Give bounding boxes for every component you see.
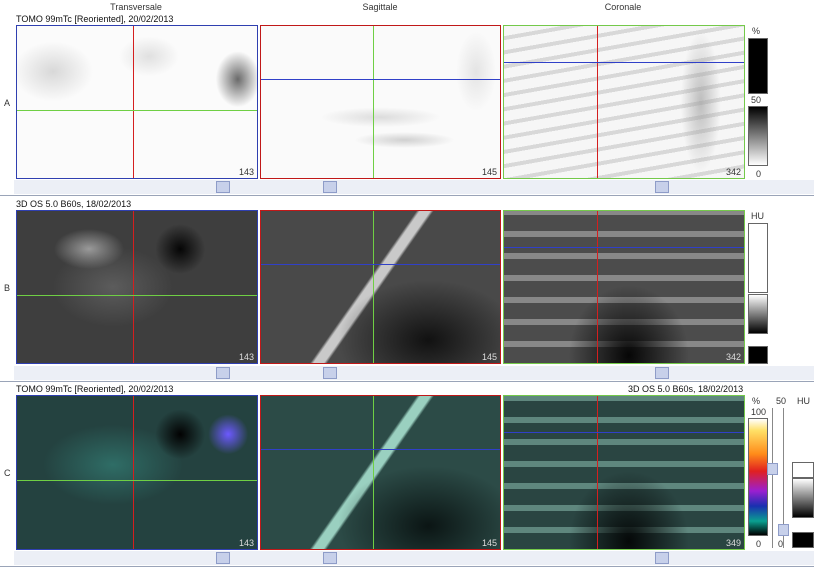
row-b-letter: B xyxy=(4,283,11,293)
level-slider-handle[interactable] xyxy=(778,524,789,536)
slice-number: 145 xyxy=(481,352,497,362)
crosshair-horizontal[interactable] xyxy=(261,449,500,450)
slice-slider-a-coronal[interactable] xyxy=(655,181,669,193)
column-header-transverse: Transversale xyxy=(110,2,162,12)
scale-b-gradient-bar[interactable] xyxy=(748,294,768,334)
scale-c-hu-black xyxy=(792,532,814,548)
slice-number: 143 xyxy=(238,167,254,177)
slice-number: 342 xyxy=(725,352,741,362)
scale-c-color-bar[interactable] xyxy=(748,418,768,536)
crosshair-vertical[interactable] xyxy=(597,26,598,178)
column-header-coronal: Coronale xyxy=(604,2,642,12)
row-separator xyxy=(0,381,814,382)
crosshair-vertical[interactable] xyxy=(133,396,134,549)
slice-slider-c-coronal[interactable] xyxy=(655,552,669,564)
crosshair-vertical[interactable] xyxy=(373,211,374,363)
slice-slider-a-sagittal[interactable] xyxy=(323,181,337,193)
row-separator xyxy=(0,566,814,567)
crosshair-horizontal[interactable] xyxy=(17,480,257,481)
crosshair-vertical[interactable] xyxy=(133,26,134,178)
window-slider-track[interactable] xyxy=(772,408,773,548)
slice-number: 143 xyxy=(238,538,254,548)
slice-number: 143 xyxy=(238,352,254,362)
slice-number: 342 xyxy=(725,167,741,177)
scale-c-unit-pct: % xyxy=(752,396,761,406)
crosshair-horizontal[interactable] xyxy=(261,264,500,265)
view-a-transverse[interactable]: 143 xyxy=(16,25,258,179)
row-a-title: TOMO 99mTc [Reoriented], 20/02/2013 xyxy=(16,14,174,24)
row-c-letter: C xyxy=(4,468,11,478)
slice-slider-b-sagittal[interactable] xyxy=(323,367,337,379)
row-c-title-right: 3D OS 5.0 B60s, 18/02/2013 xyxy=(628,384,744,394)
scale-a-mid: 50 xyxy=(751,95,762,105)
slice-slider-c-sagittal[interactable] xyxy=(323,552,337,564)
view-a-sagittal[interactable]: 145 xyxy=(260,25,501,179)
slice-slider-b-coronal[interactable] xyxy=(655,367,669,379)
crosshair-vertical[interactable] xyxy=(373,26,374,178)
crosshair-vertical[interactable] xyxy=(597,211,598,363)
slice-number: 349 xyxy=(725,538,741,548)
crosshair-vertical[interactable] xyxy=(133,211,134,363)
scroll-strip-c xyxy=(14,551,814,565)
scale-a-gradient-bar[interactable] xyxy=(748,106,768,166)
view-b-transverse[interactable]: 143 xyxy=(16,210,258,364)
view-c-transverse[interactable]: 143 xyxy=(16,395,258,550)
slice-number: 145 xyxy=(481,538,497,548)
view-b-coronal[interactable]: 342 xyxy=(503,210,745,364)
scale-a-unit: % xyxy=(752,26,761,36)
scroll-strip-b xyxy=(14,366,814,380)
crosshair-vertical[interactable] xyxy=(597,396,598,549)
scale-c-hu-gradient[interactable] xyxy=(792,478,814,518)
scale-c-max: 100 xyxy=(751,407,767,417)
scale-c-min: 0 xyxy=(756,539,762,549)
crosshair-horizontal[interactable] xyxy=(261,79,500,80)
row-c-title: TOMO 99mTc [Reoriented], 20/02/2013 xyxy=(16,384,174,394)
scale-c-hu-white xyxy=(792,462,814,478)
scale-b-unit: HU xyxy=(751,211,764,221)
crosshair-vertical[interactable] xyxy=(373,396,374,549)
scale-c-min-level: 0 xyxy=(778,539,784,549)
crosshair-horizontal[interactable] xyxy=(17,295,257,296)
view-a-coronal[interactable]: 342 xyxy=(503,25,745,179)
slice-slider-a-transverse[interactable] xyxy=(216,181,230,193)
scale-a-min: 0 xyxy=(756,169,762,179)
scale-b-upper-bar xyxy=(748,223,768,293)
view-b-sagittal[interactable]: 145 xyxy=(260,210,501,364)
row-separator xyxy=(0,195,814,196)
scale-c-unit-hu: HU xyxy=(797,396,810,406)
scale-c-window: 50 xyxy=(776,396,787,406)
window-slider-handle[interactable] xyxy=(767,463,778,475)
crosshair-horizontal[interactable] xyxy=(504,247,744,248)
row-a-letter: A xyxy=(4,98,11,108)
slice-number: 145 xyxy=(481,167,497,177)
row-b-title: 3D OS 5.0 B60s, 18/02/2013 xyxy=(16,199,132,209)
crosshair-horizontal[interactable] xyxy=(504,432,744,433)
crosshair-horizontal[interactable] xyxy=(17,110,257,111)
view-c-coronal[interactable]: 349 xyxy=(503,395,745,550)
scroll-strip-a xyxy=(14,180,814,194)
column-header-sagittal: Sagittale xyxy=(362,2,398,12)
crosshair-horizontal[interactable] xyxy=(504,62,744,63)
scale-a-upper-bar xyxy=(748,38,768,94)
slice-slider-b-transverse[interactable] xyxy=(216,367,230,379)
slice-slider-c-transverse[interactable] xyxy=(216,552,230,564)
view-c-sagittal[interactable]: 145 xyxy=(260,395,501,550)
scale-b-lower-bar xyxy=(748,346,768,364)
